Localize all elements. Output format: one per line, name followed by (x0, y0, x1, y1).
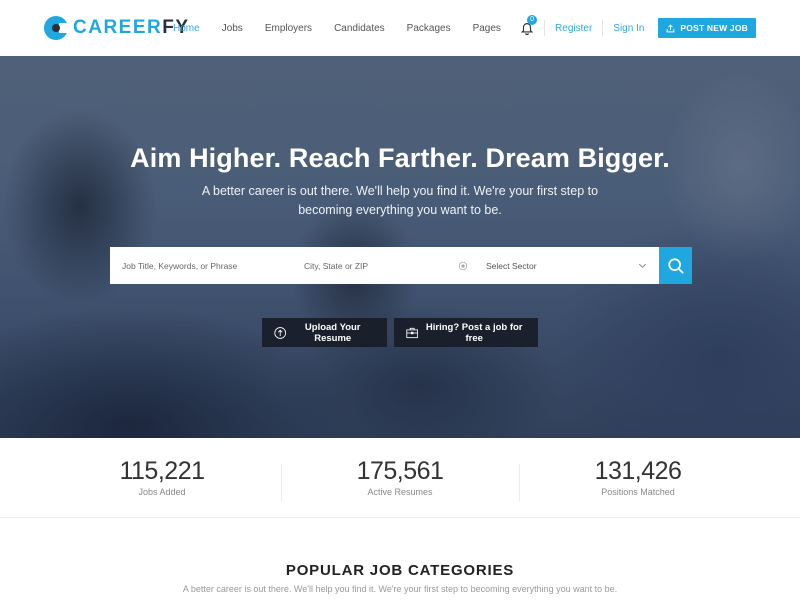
stat-active-resumes: 175,561 Active Resumes (281, 438, 519, 517)
location-input[interactable] (304, 260, 458, 271)
hero-cta-group: Upload Your Resume Hiring? Post a job fo… (262, 318, 538, 347)
post-new-job-label: POST NEW JOB (680, 23, 748, 33)
job-search-form: Select Sector (110, 247, 692, 284)
header-actions: 0 Register Sign In POST NEW JOB (520, 0, 756, 56)
upload-resume-label: Upload Your Resume (304, 321, 361, 344)
stat-label: Active Resumes (367, 487, 433, 497)
nav-item-home[interactable]: Home (173, 23, 200, 34)
keywords-field (110, 247, 292, 284)
hero-subtitle: A better career is out there. We'll help… (201, 184, 599, 217)
search-button[interactable] (659, 247, 692, 284)
hero-title: Aim Higher. Reach Farther. Dream Bigger. (130, 143, 670, 173)
stat-label: Jobs Added (138, 487, 186, 497)
keywords-input[interactable] (122, 260, 292, 271)
search-icon (667, 257, 684, 274)
stat-value: 131,426 (594, 457, 682, 485)
hero-banner: Aim Higher. Reach Farther. Dream Bigger.… (0, 56, 800, 438)
register-link[interactable]: Register (545, 23, 602, 34)
logo[interactable]: CAREERFY (44, 15, 190, 41)
locate-icon[interactable] (458, 261, 468, 271)
post-job-free-button[interactable]: Hiring? Post a job for free (394, 318, 538, 347)
upload-circle-icon (274, 326, 287, 339)
section-subtitle: A better career is out there. We'll help… (182, 584, 618, 594)
post-new-job-button[interactable]: POST NEW JOB (658, 18, 756, 38)
post-job-free-label: Hiring? Post a job for free (425, 321, 523, 344)
notifications-button[interactable]: 0 (520, 15, 538, 36)
briefcase-icon (406, 327, 419, 338)
nav-item-packages[interactable]: Packages (407, 23, 451, 34)
main-nav: Home Jobs Employers Candidates Packages … (173, 0, 523, 56)
stats-bar: 115,221 Jobs Added 175,561 Active Resume… (0, 438, 800, 518)
sector-select-value: Select Sector (486, 260, 537, 271)
upload-icon (667, 23, 675, 32)
chevron-down-icon (639, 263, 646, 268)
location-field (292, 247, 474, 284)
stat-label: Positions Matched (601, 487, 675, 497)
stat-positions-matched: 131,426 Positions Matched (519, 438, 757, 517)
section-title: POPULAR JOB CATEGORIES (285, 562, 515, 579)
nav-item-jobs[interactable]: Jobs (222, 23, 243, 34)
sector-select[interactable]: Select Sector (474, 247, 659, 284)
stat-value: 115,221 (119, 457, 205, 485)
stat-jobs-added: 115,221 Jobs Added (43, 438, 281, 517)
nav-item-pages[interactable]: Pages (473, 23, 501, 34)
logo-mark-icon (44, 16, 70, 40)
notification-count-badge: 0 (527, 15, 538, 25)
nav-item-candidates[interactable]: Candidates (334, 23, 385, 34)
nav-item-employers[interactable]: Employers (265, 23, 312, 34)
upload-resume-button[interactable]: Upload Your Resume (262, 318, 387, 347)
signin-link[interactable]: Sign In (603, 23, 654, 34)
site-header: CAREERFY Home Jobs Employers Candidates … (0, 0, 800, 56)
stat-value: 175,561 (356, 457, 444, 485)
